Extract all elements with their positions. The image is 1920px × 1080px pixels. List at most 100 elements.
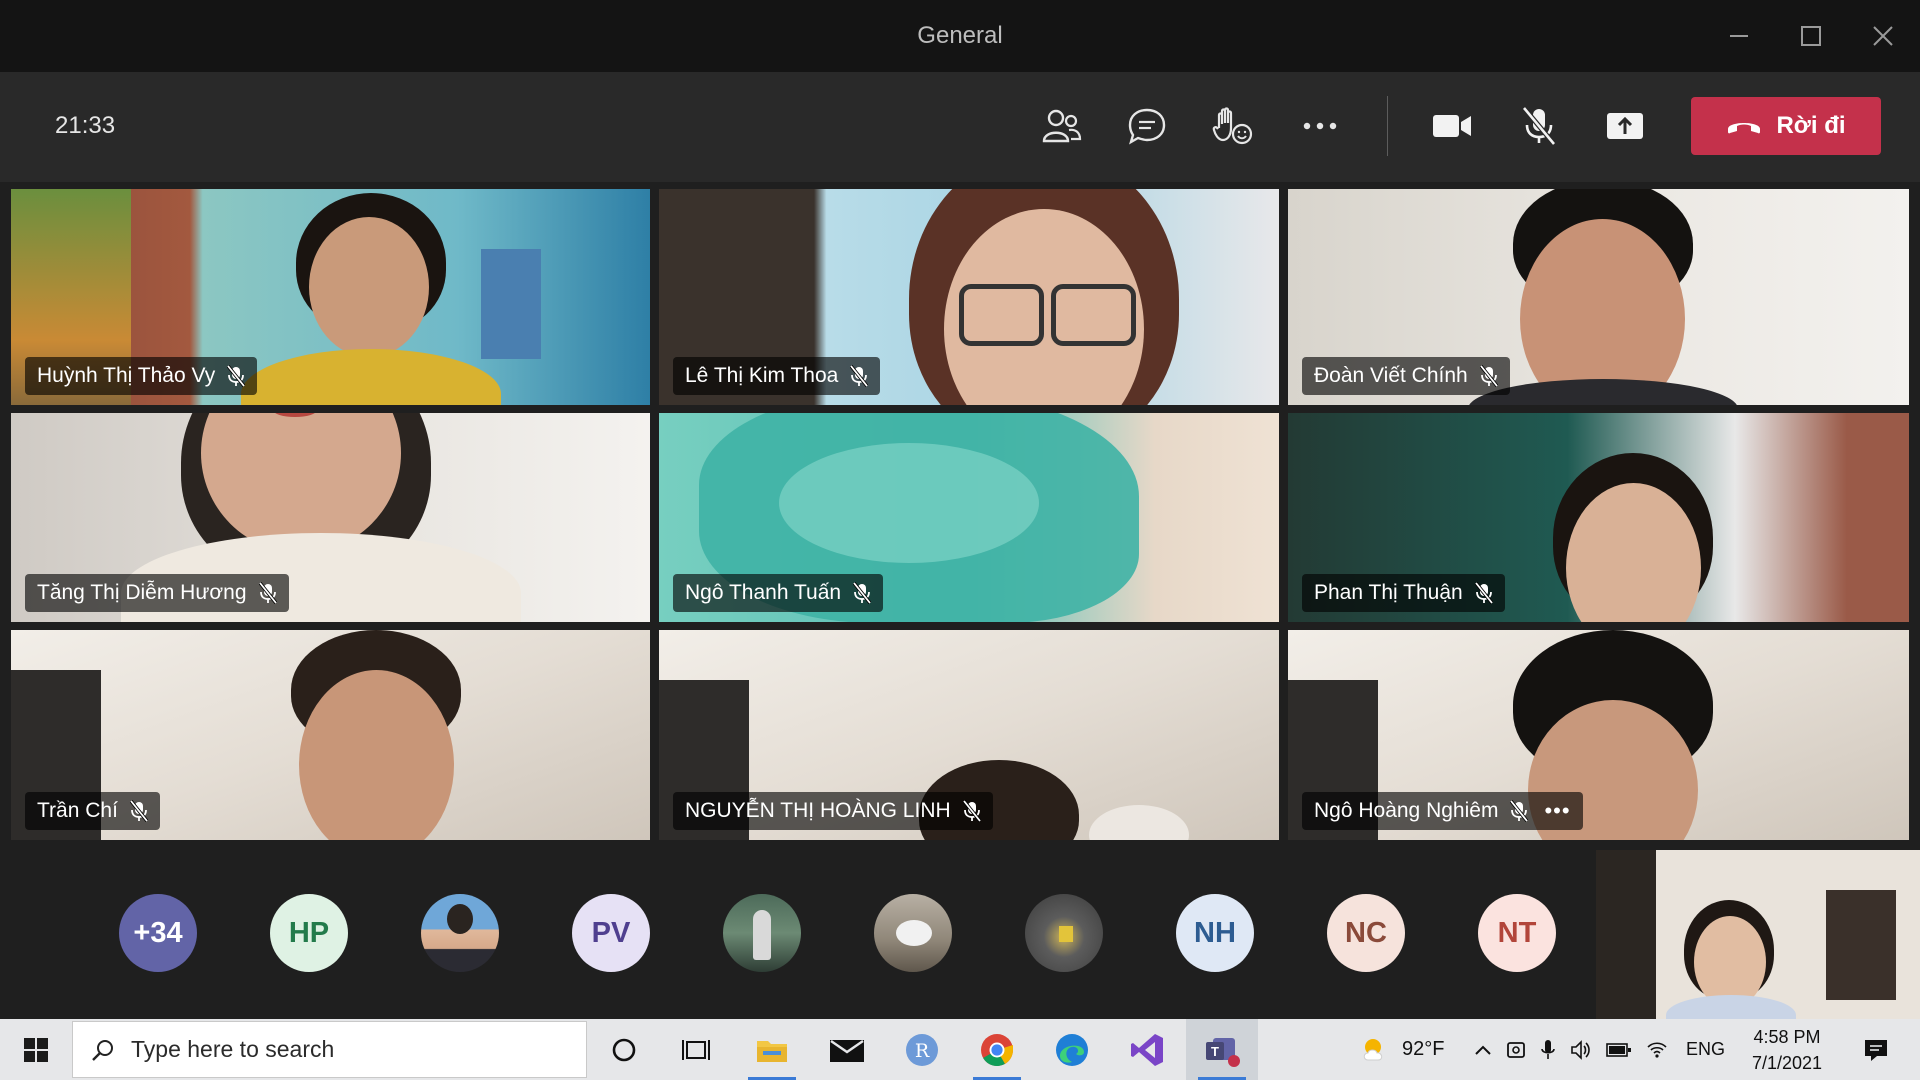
video-tile[interactable]: NGUYỄN THỊ HOÀNG LINH bbox=[659, 630, 1279, 840]
battery-icon[interactable] bbox=[1606, 1042, 1632, 1058]
participant-name-tag: Trần Chí bbox=[25, 792, 160, 830]
participant-name: Phan Thị Thuận bbox=[1314, 581, 1463, 604]
video-tile[interactable]: Phan Thị Thuận bbox=[1288, 413, 1909, 622]
leave-button[interactable]: Rời đi bbox=[1691, 97, 1881, 155]
participant-name: Trần Chí bbox=[37, 799, 118, 822]
video-tile[interactable]: Ngô Thanh Tuấn bbox=[659, 413, 1279, 622]
video-camera-icon bbox=[1433, 115, 1471, 137]
person-photo-icon bbox=[753, 910, 771, 960]
teams-button[interactable]: T bbox=[1186, 1019, 1258, 1080]
action-center-button[interactable] bbox=[1846, 1019, 1906, 1080]
avatar[interactable] bbox=[874, 894, 952, 972]
participant-name-tag: Lê Thị Kim Thoa bbox=[673, 357, 881, 395]
participant-name: Ngô Thanh Tuấn bbox=[685, 581, 842, 604]
cortana-button[interactable] bbox=[588, 1019, 660, 1080]
file-explorer-button[interactable] bbox=[736, 1019, 808, 1080]
task-view-button[interactable] bbox=[660, 1019, 732, 1080]
taskbar-clock[interactable]: 4:58 PM 7/1/2021 bbox=[1744, 1024, 1830, 1076]
mic-muted-icon bbox=[962, 800, 981, 822]
person-photo-icon bbox=[447, 904, 473, 934]
avatar[interactable] bbox=[723, 894, 801, 972]
mic-muted-icon bbox=[1479, 365, 1498, 387]
avatar[interactable]: PV bbox=[572, 894, 650, 972]
video-tile[interactable]: Ngô Hoàng Nghiêm ••• bbox=[1288, 630, 1909, 840]
avatar[interactable]: HP bbox=[270, 894, 348, 972]
leave-label: Rời đi bbox=[1776, 112, 1846, 139]
avatar-initials: NT bbox=[1497, 916, 1537, 949]
more-icon bbox=[1303, 122, 1337, 130]
microphone-button[interactable] bbox=[1509, 98, 1569, 154]
participant-more-options[interactable]: ••• bbox=[1544, 798, 1570, 824]
avatar[interactable]: NH bbox=[1176, 894, 1254, 972]
wifi-icon[interactable] bbox=[1646, 1040, 1668, 1060]
camera-button[interactable] bbox=[1422, 98, 1482, 154]
windows-logo-icon bbox=[24, 1037, 48, 1062]
chrome-button[interactable] bbox=[961, 1019, 1033, 1080]
microphone-tray-icon[interactable] bbox=[1540, 1039, 1556, 1061]
windows-taskbar: Type here to search R T 92°F ENG 4:58 PM… bbox=[0, 1019, 1920, 1080]
mail-icon bbox=[830, 1039, 864, 1062]
self-shirt bbox=[1666, 995, 1796, 1019]
people-icon bbox=[1042, 109, 1082, 143]
mic-muted-icon bbox=[258, 582, 277, 604]
speaker-icon[interactable] bbox=[1570, 1039, 1592, 1061]
chevron-up-icon[interactable] bbox=[1474, 1044, 1492, 1056]
mic-muted-icon bbox=[227, 365, 246, 387]
avatar-label: +34 bbox=[133, 916, 183, 949]
overflow-count-avatar[interactable]: +34 bbox=[119, 894, 197, 972]
avatar[interactable]: NT bbox=[1478, 894, 1556, 972]
participant-name: Lê Thị Kim Thoa bbox=[685, 364, 839, 387]
meeting-toolbar: 21:33 Rời đi bbox=[0, 72, 1920, 182]
participant-name: Huỳnh Thị Thảo Vy bbox=[37, 364, 216, 387]
chat-button[interactable] bbox=[1117, 98, 1177, 154]
participant-name-tag: Ngô Thanh Tuấn bbox=[673, 574, 884, 612]
minimize-button[interactable] bbox=[1716, 14, 1762, 58]
visual-studio-icon bbox=[1131, 1033, 1163, 1066]
weather-widget[interactable]: 92°F bbox=[1360, 1019, 1444, 1080]
window-frame bbox=[1596, 850, 1656, 1019]
share-screen-button[interactable] bbox=[1595, 98, 1655, 154]
chrome-icon bbox=[981, 1033, 1014, 1066]
video-tile[interactable]: Đoàn Viết Chính bbox=[1288, 189, 1909, 405]
participants-button[interactable] bbox=[1032, 98, 1092, 154]
mic-muted-icon bbox=[1510, 800, 1529, 822]
maximize-button[interactable] bbox=[1788, 14, 1834, 58]
cat-photo-icon bbox=[896, 920, 932, 946]
cortana-icon bbox=[612, 1038, 636, 1061]
video-tile[interactable]: Trần Chí bbox=[11, 630, 650, 840]
avatar-initials: HP bbox=[288, 916, 330, 949]
edge-button[interactable] bbox=[1036, 1019, 1108, 1080]
close-button[interactable] bbox=[1860, 14, 1906, 58]
mail-button[interactable] bbox=[811, 1019, 883, 1080]
more-actions-button[interactable] bbox=[1290, 98, 1350, 154]
start-button[interactable] bbox=[0, 1019, 72, 1080]
video-tile[interactable]: Lê Thị Kim Thoa bbox=[659, 189, 1279, 405]
taskbar-search-box[interactable]: Type here to search bbox=[72, 1021, 587, 1078]
hang-up-icon bbox=[1728, 123, 1761, 134]
app-r-button[interactable]: R bbox=[886, 1019, 958, 1080]
participant-name-tag: NGUYỄN THỊ HOÀNG LINH bbox=[673, 792, 993, 830]
share-icon bbox=[1607, 113, 1643, 139]
clock-time: 4:58 PM bbox=[1753, 1027, 1821, 1047]
avatar[interactable] bbox=[1025, 894, 1103, 972]
window-title: General bbox=[917, 22, 1003, 49]
clock-date: 7/1/2021 bbox=[1751, 1053, 1823, 1073]
input-language[interactable]: ENG bbox=[1686, 1039, 1725, 1060]
self-video-preview[interactable] bbox=[1596, 850, 1920, 1019]
avatar[interactable] bbox=[421, 894, 499, 972]
meeting-timer: 21:33 bbox=[55, 112, 116, 139]
system-tray: ENG bbox=[1474, 1019, 1725, 1080]
mic-muted-icon bbox=[853, 582, 872, 604]
svg-text:T: T bbox=[1211, 1044, 1219, 1059]
visual-studio-button[interactable] bbox=[1111, 1019, 1183, 1080]
video-tile[interactable]: Tăng Thị Diễm Hương bbox=[11, 413, 650, 622]
mic-muted-icon bbox=[1474, 582, 1493, 604]
video-tile[interactable]: Huỳnh Thị Thảo Vy bbox=[11, 189, 650, 405]
minimize-icon bbox=[1730, 35, 1748, 37]
edge-icon bbox=[1056, 1033, 1088, 1066]
avatar[interactable]: NC bbox=[1327, 894, 1405, 972]
mic-muted-icon bbox=[850, 365, 869, 387]
reactions-button[interactable] bbox=[1202, 98, 1262, 154]
meet-now-icon[interactable] bbox=[1506, 1039, 1526, 1061]
folder-icon bbox=[757, 1040, 787, 1062]
